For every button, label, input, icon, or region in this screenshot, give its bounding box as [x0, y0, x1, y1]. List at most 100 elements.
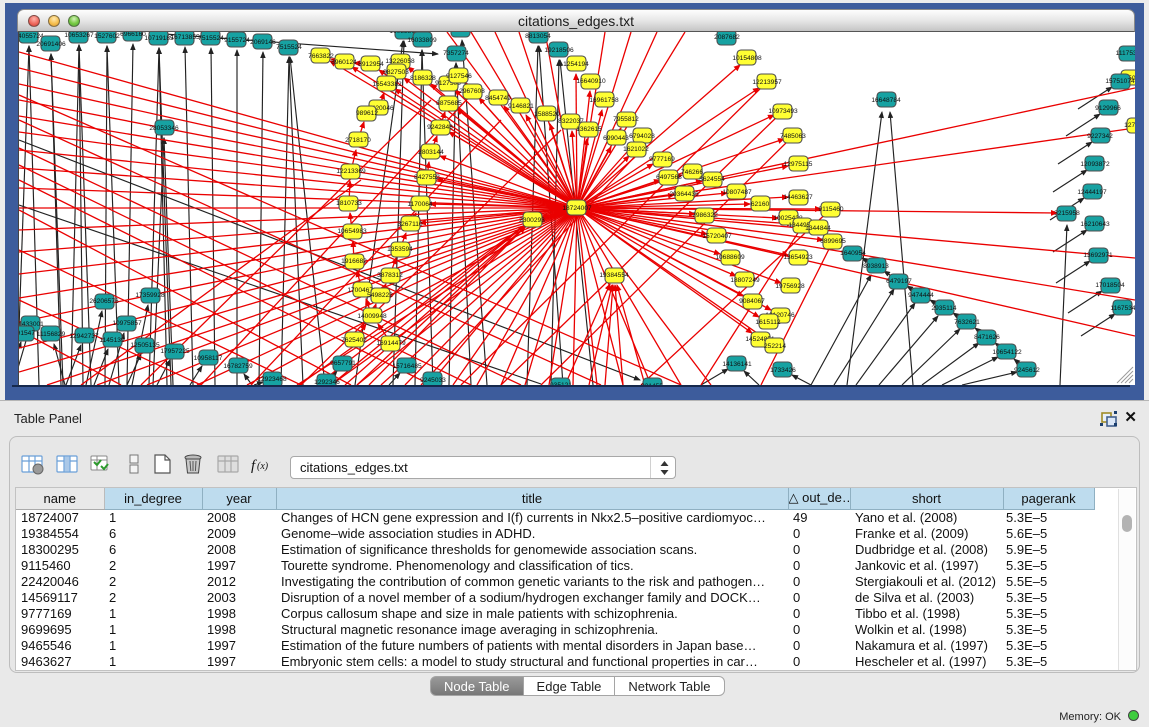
svg-text:12975115: 12975115 [784, 161, 813, 168]
svg-text:1167534: 1167534 [1110, 305, 1135, 312]
svg-text:9242848: 9242848 [427, 124, 453, 131]
svg-text:8454749: 8454749 [485, 95, 511, 102]
svg-text:10654983: 10654983 [337, 228, 367, 235]
svg-text:19218506: 19218506 [544, 47, 574, 54]
svg-text:16713855: 16713855 [170, 34, 200, 41]
svg-text:19384554: 19384554 [599, 272, 629, 279]
svg-text:7357274: 7357274 [443, 50, 469, 57]
svg-text:16782759: 16782759 [223, 363, 253, 370]
svg-text:24055724: 24055724 [19, 33, 44, 40]
svg-text:1640954: 1640954 [840, 250, 866, 257]
svg-text:16640910: 16640910 [576, 78, 606, 85]
svg-text:989612: 989612 [356, 110, 378, 117]
svg-text:6990443: 6990443 [603, 135, 629, 142]
svg-text:2803144: 2803144 [418, 149, 444, 156]
svg-text:7986322: 7986322 [692, 212, 718, 219]
svg-text:2935114: 2935114 [931, 305, 957, 312]
svg-text:18807249: 18807249 [730, 277, 760, 284]
svg-text:6899695: 6899695 [820, 238, 846, 245]
svg-text:1527602: 1527602 [94, 33, 120, 40]
svg-text:9777169: 9777169 [649, 156, 675, 163]
svg-text:20691406: 20691406 [36, 41, 66, 48]
svg-text:26206576: 26206576 [89, 298, 119, 305]
svg-text:9155724: 9155724 [224, 37, 250, 44]
svg-text:9129966: 9129966 [1095, 105, 1121, 112]
svg-text:12505135: 12505135 [130, 342, 160, 349]
svg-text:7625402: 7625402 [341, 337, 367, 344]
svg-text:13692971: 13692971 [1083, 252, 1113, 259]
svg-text:10973493: 10973493 [768, 108, 798, 115]
svg-text:16543382: 16543382 [372, 81, 402, 88]
svg-text:2718170: 2718170 [345, 137, 371, 144]
svg-text:1733426: 1733426 [770, 367, 796, 374]
svg-text:9657791: 9657791 [330, 360, 356, 367]
svg-text:6497568: 6497568 [656, 174, 682, 181]
svg-text:1277342: 1277342 [1124, 122, 1135, 129]
svg-text:16033809: 16033809 [407, 37, 437, 44]
svg-text:14463627: 14463627 [783, 194, 813, 201]
svg-text:1916682: 1916682 [341, 258, 367, 265]
svg-text:17359928: 17359928 [135, 292, 165, 299]
svg-text:9245033: 9245033 [420, 377, 446, 384]
svg-text:8960124: 8960124 [331, 59, 357, 66]
svg-text:7515524: 7515524 [276, 44, 302, 51]
svg-text:3215958: 3215958 [1054, 210, 1080, 217]
svg-text:16914479: 16914479 [376, 340, 406, 347]
svg-text:10688609: 10688609 [715, 254, 745, 261]
svg-text:1344844: 1344844 [805, 225, 831, 232]
svg-text:17018504: 17018504 [1095, 282, 1125, 289]
svg-text:13654923: 13654923 [783, 254, 813, 261]
svg-text:991547: 991547 [19, 330, 35, 337]
svg-text:12444197: 12444197 [1077, 189, 1107, 196]
svg-text:252214: 252214 [764, 343, 786, 350]
svg-text:17957225: 17957225 [160, 348, 190, 355]
svg-text:5498222: 5498222 [367, 292, 393, 299]
svg-text:1621022: 1621022 [623, 146, 649, 153]
svg-text:1117534: 1117534 [1116, 50, 1135, 57]
svg-text:8471626: 8471626 [974, 334, 1000, 341]
svg-text:9474444: 9474444 [908, 292, 934, 299]
svg-text:3624554: 3624554 [699, 176, 725, 183]
svg-text:12942737: 12942737 [69, 333, 99, 340]
svg-text:1145139: 1145139 [99, 337, 125, 344]
svg-text:18724007: 18724007 [562, 205, 592, 212]
svg-text:7632621: 7632621 [954, 319, 980, 326]
svg-text:15720407: 15720407 [702, 233, 732, 240]
svg-text:2967608: 2967608 [459, 88, 485, 95]
svg-text:10653267: 10653267 [64, 32, 94, 39]
svg-text:62160: 62160 [751, 201, 770, 208]
svg-text:20364436: 20364436 [669, 191, 699, 198]
svg-text:1353594: 1353594 [387, 246, 413, 253]
svg-text:9146821: 9146821 [508, 103, 534, 110]
svg-text:9827503: 9827503 [383, 69, 409, 76]
svg-text:16961758: 16961758 [589, 97, 619, 104]
svg-text:8875685: 8875685 [436, 100, 462, 107]
svg-text:10975857: 10975857 [112, 320, 142, 327]
svg-text:10807487: 10807487 [722, 189, 752, 196]
svg-text:7515524: 7515524 [198, 35, 224, 42]
svg-text:12213369: 12213369 [336, 168, 366, 175]
svg-text:746266: 746266 [681, 169, 703, 176]
svg-text:9227342: 9227342 [1087, 133, 1113, 140]
svg-text:9127546: 9127546 [446, 73, 472, 80]
svg-text:3878312: 3878312 [377, 272, 403, 279]
svg-text:10654122: 10654122 [992, 349, 1022, 356]
svg-text:1170064: 1170064 [407, 201, 433, 208]
svg-text:2069146: 2069146 [250, 39, 276, 46]
svg-text:1810733: 1810733 [336, 200, 362, 207]
svg-text:12923468: 12923468 [257, 376, 287, 383]
svg-text:11156829: 11156829 [37, 331, 66, 338]
svg-text:2087682: 2087682 [714, 34, 740, 41]
svg-text:14136141: 14136141 [722, 361, 752, 368]
svg-text:10958117: 10958117 [194, 355, 223, 362]
svg-text:16648784: 16648784 [871, 97, 901, 104]
svg-text:8912954: 8912954 [358, 61, 384, 68]
svg-text:8813054: 8813054 [448, 32, 474, 34]
svg-text:10154808: 10154808 [732, 55, 762, 62]
svg-text:14009948: 14009948 [357, 313, 387, 320]
svg-text:28053346: 28053346 [149, 125, 179, 132]
svg-text:12213957: 12213957 [752, 79, 782, 86]
svg-text:8813054: 8813054 [525, 33, 551, 40]
svg-text:15716485: 15716485 [392, 363, 422, 370]
svg-text:3267110: 3267110 [397, 221, 423, 228]
